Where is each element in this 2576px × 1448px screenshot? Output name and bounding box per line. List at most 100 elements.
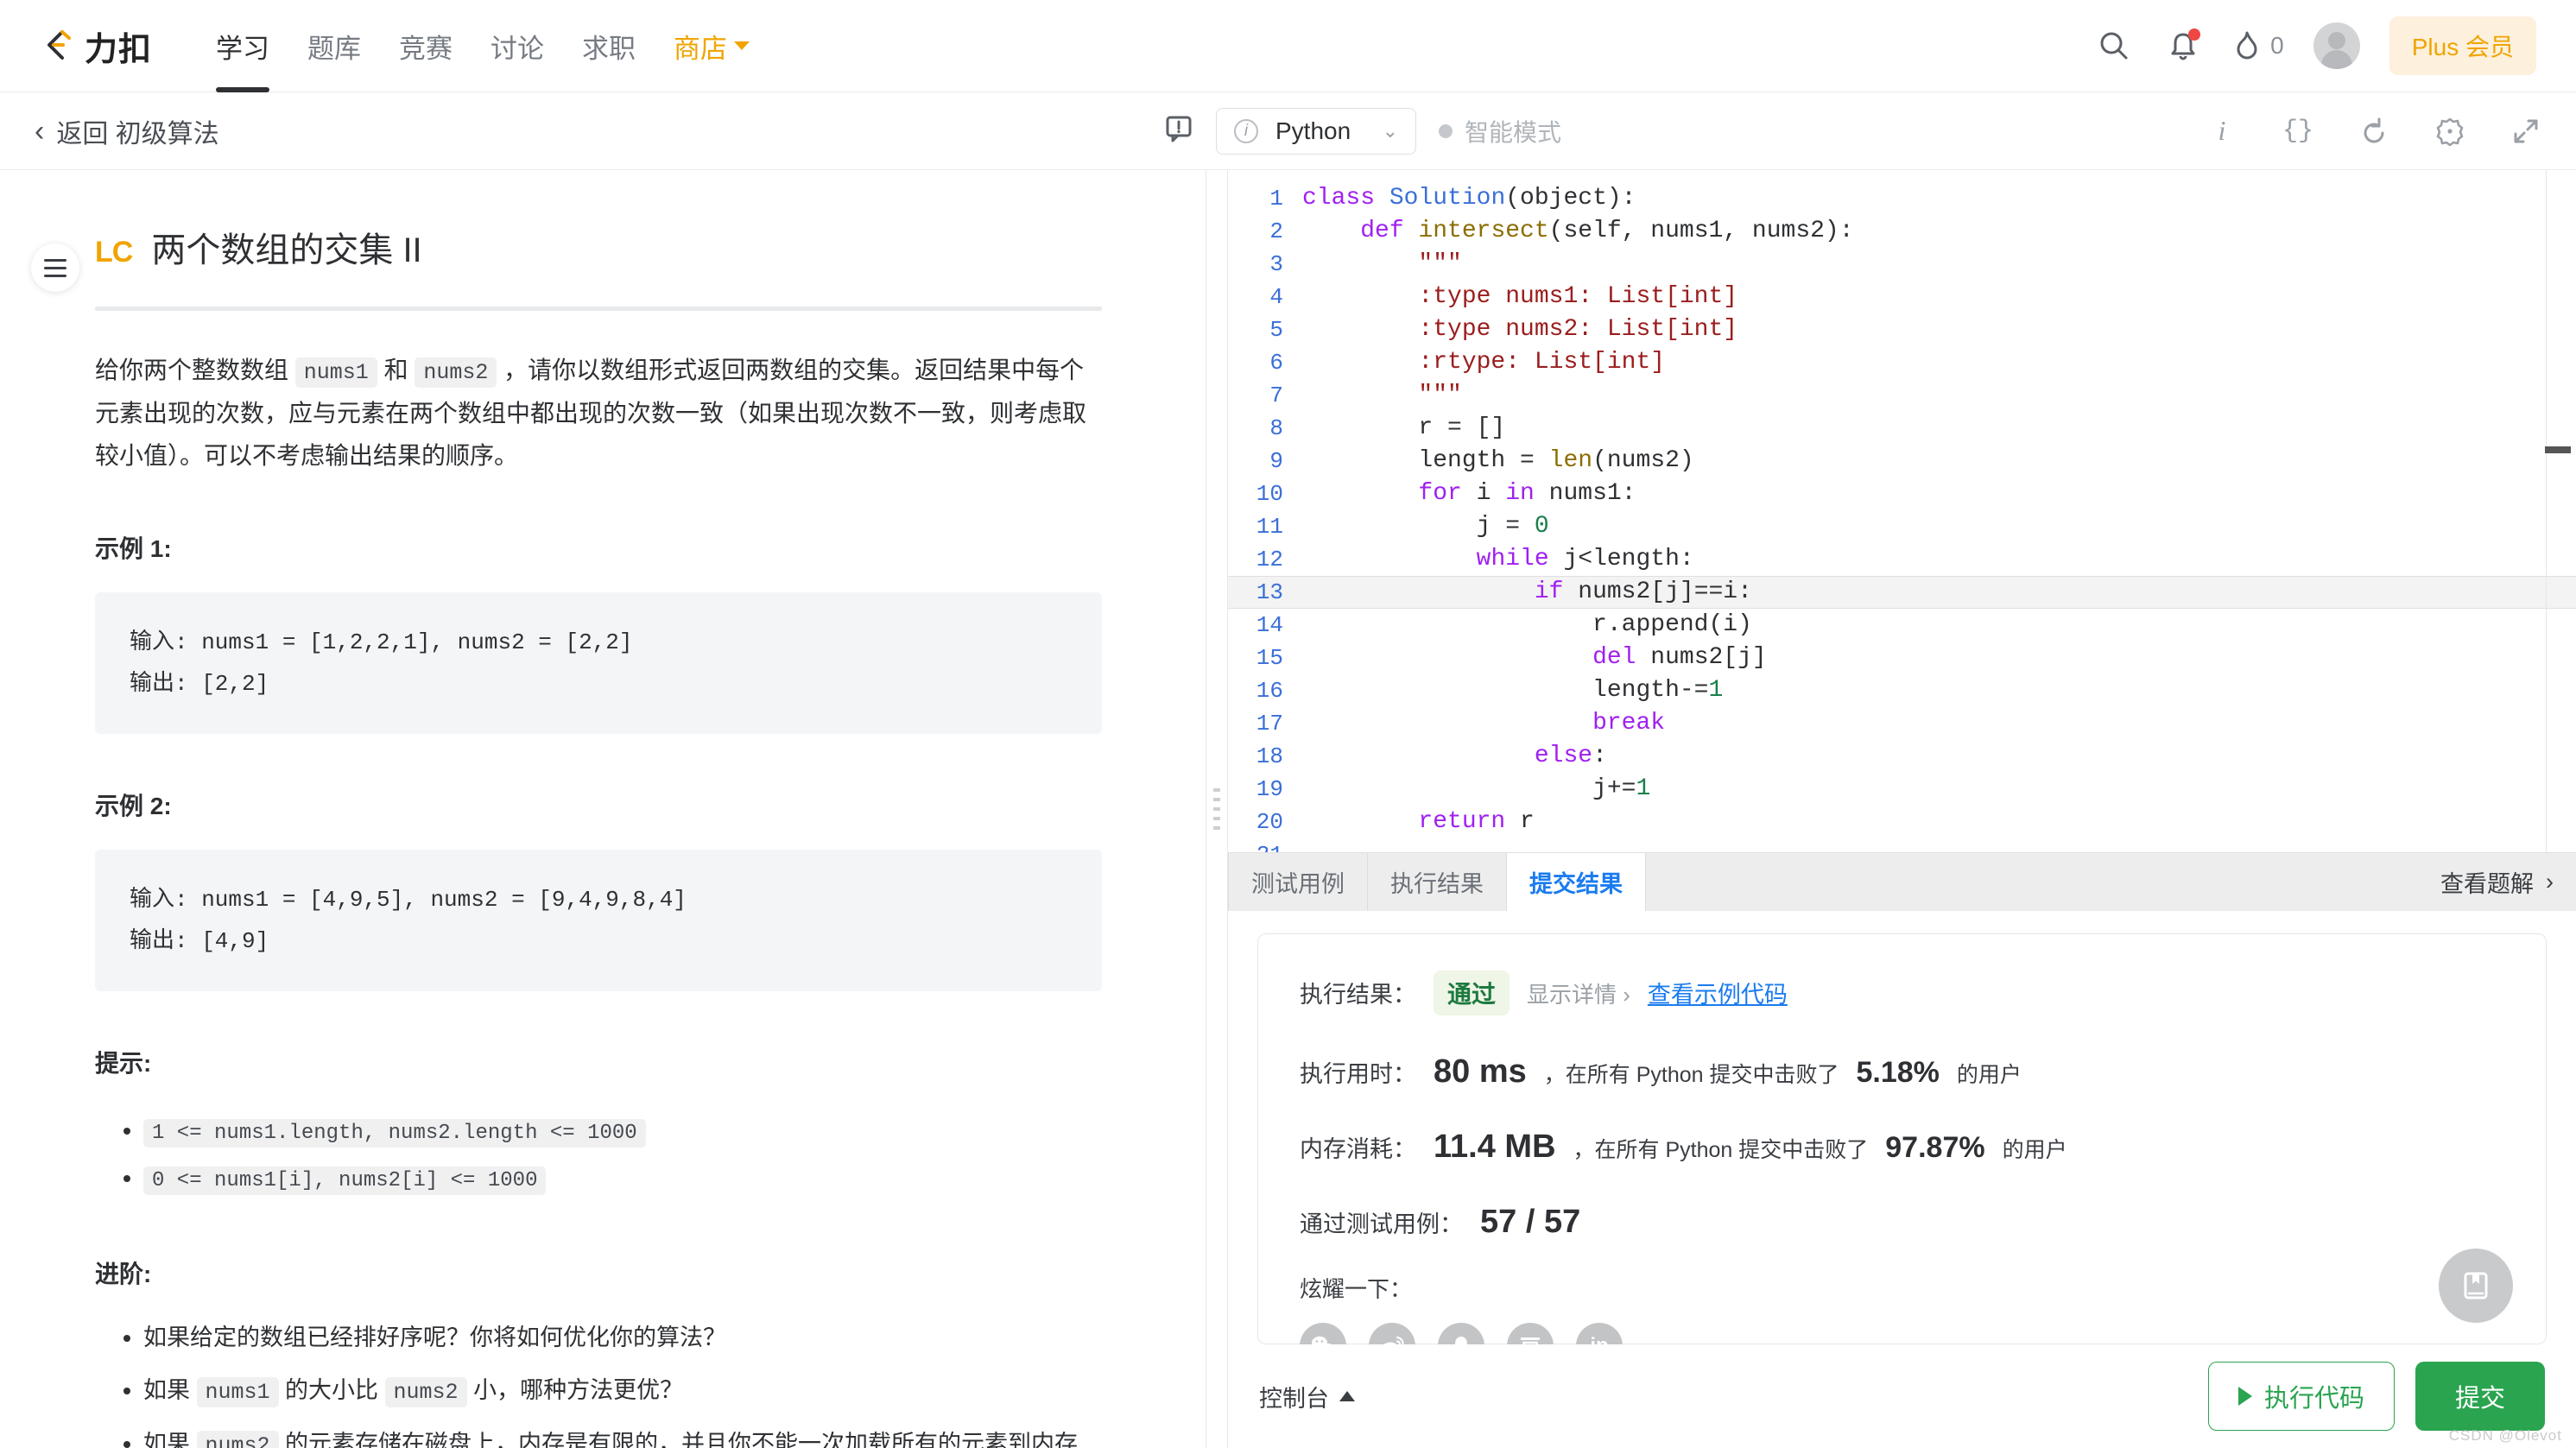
nav-item-study[interactable]: 学习 bbox=[197, 0, 288, 92]
back-label: 返回 初级算法 bbox=[56, 119, 219, 149]
code-token: r.append(i) bbox=[1302, 611, 1752, 638]
code-line[interactable]: 7 """ bbox=[1228, 379, 2576, 412]
code-line[interactable]: 10 for i in nums1: bbox=[1228, 477, 2576, 510]
plus-membership-button[interactable]: Plus 会员 bbox=[2389, 16, 2536, 75]
example-2-input: 输入: nums1 = [4,9,5], nums2 = [9,4,9,8,4] bbox=[130, 886, 687, 913]
inline-code: nums2 bbox=[415, 357, 497, 388]
main-nav: 学习 题库 竞赛 讨论 求职 商店 bbox=[197, 0, 769, 92]
nav-item-jobs[interactable]: 求职 bbox=[563, 0, 655, 92]
nav-item-contest[interactable]: 竞赛 bbox=[380, 0, 472, 92]
line-number: 4 bbox=[1269, 284, 1283, 310]
code-text: del nums2[j] bbox=[1302, 642, 2576, 674]
code-token: in bbox=[1505, 480, 1549, 507]
code-token: j+= bbox=[1302, 775, 1636, 802]
smart-mode-toggle[interactable]: 智能模式 bbox=[1439, 114, 1561, 149]
reset-code-icon[interactable] bbox=[2357, 114, 2391, 149]
share-label: 炫耀一下： bbox=[1300, 1276, 1413, 1302]
code-line[interactable]: 20 return r bbox=[1228, 806, 2576, 838]
run-code-button[interactable]: 执行代码 bbox=[2207, 1362, 2395, 1431]
code-line[interactable]: 17 break bbox=[1228, 707, 2576, 740]
text-run: 如果 bbox=[143, 1431, 197, 1448]
bell-icon[interactable] bbox=[2163, 26, 2203, 66]
language-select[interactable]: i Python ⌄ bbox=[1216, 107, 1416, 155]
console-toggle[interactable]: 控制台 bbox=[1259, 1380, 1355, 1413]
problem-list-toggle[interactable] bbox=[31, 243, 79, 292]
example-1-heading: 示例 1: bbox=[95, 534, 172, 562]
runtime-suffix: 的用户 bbox=[1956, 1063, 2022, 1087]
memory-label: 内存消耗： bbox=[1300, 1136, 1416, 1162]
avatar[interactable] bbox=[2313, 22, 2360, 69]
editor-scroll-indicator[interactable] bbox=[2545, 446, 2571, 453]
code-line[interactable]: 5 :type nums2: List[int] bbox=[1228, 313, 2576, 346]
code-editor[interactable]: 1 class Solution(object): 2 def intersect(… bbox=[1228, 170, 2576, 852]
example-1-output: 输出: [2,2] bbox=[130, 670, 269, 697]
code-token: 1 bbox=[1708, 677, 1724, 704]
code-line[interactable]: 4 :type nums1: List[int] bbox=[1228, 281, 2576, 313]
code-line[interactable]: 1 class Solution(object): bbox=[1228, 182, 2576, 215]
tab-run-result[interactable]: 执行结果 bbox=[1368, 853, 1507, 911]
code-token: (nums2) bbox=[1592, 447, 1694, 474]
streak-count: 0 bbox=[2270, 32, 2284, 59]
code-line[interactable]: 14 r.append(i) bbox=[1228, 609, 2576, 642]
code-text: length-=1 bbox=[1302, 674, 2576, 707]
code-line[interactable]: 12 while j<length: bbox=[1228, 543, 2576, 576]
info-icon[interactable]: i bbox=[2205, 114, 2239, 149]
hints-heading: 提示: bbox=[95, 1050, 152, 1078]
line-number: 15 bbox=[1256, 645, 1283, 671]
editor-toolbar-left: i Python ⌄ 智能模式 bbox=[1164, 92, 1561, 169]
nav-item-problems[interactable]: 题库 bbox=[288, 0, 380, 92]
code-line[interactable]: 3 """ bbox=[1228, 248, 2576, 281]
code-text: for i in nums1: bbox=[1302, 477, 2576, 510]
code-text: j+=1 bbox=[1302, 773, 2576, 806]
nav-item-discuss[interactable]: 讨论 bbox=[472, 0, 563, 92]
submit-button[interactable]: 提交 bbox=[2415, 1362, 2545, 1431]
code-line[interactable]: 6 :rtype: List[int] bbox=[1228, 346, 2576, 379]
example-1-input: 输入: nums1 = [1,2,2,1], nums2 = [2,2] bbox=[130, 629, 633, 655]
code-line[interactable]: 16 length-=1 bbox=[1228, 674, 2576, 707]
tab-submit-result[interactable]: 提交结果 bbox=[1507, 853, 1646, 911]
tab-testcase[interactable]: 测试用例 bbox=[1228, 853, 1368, 911]
nav-label: 题库 bbox=[307, 33, 362, 64]
view-solution-link[interactable]: 查看题解 › bbox=[2440, 853, 2576, 911]
sample-code-link[interactable]: 查看示例代码 bbox=[1648, 976, 1788, 1009]
code-text: class Solution(object): bbox=[1302, 182, 2576, 215]
code-line[interactable]: 18 else: bbox=[1228, 740, 2576, 773]
code-token: length-= bbox=[1302, 677, 1709, 704]
code-line[interactable]: 8 r = [] bbox=[1228, 412, 2576, 445]
code-line[interactable]: 13 if nums2[j]==i: bbox=[1228, 576, 2576, 609]
code-token: (object): bbox=[1505, 185, 1636, 212]
search-icon[interactable] bbox=[2094, 26, 2134, 66]
code-line[interactable]: 21 bbox=[1228, 838, 2576, 852]
code-line[interactable]: 19 j+=1 bbox=[1228, 773, 2576, 806]
code-line[interactable]: 11 j = 0 bbox=[1228, 510, 2576, 543]
show-detail-link[interactable]: 显示详情 › bbox=[1527, 977, 1630, 1009]
code-line[interactable]: 9 length = len(nums2) bbox=[1228, 445, 2576, 477]
code-panel: 1 class Solution(object): 2 def intersect(… bbox=[1228, 170, 2576, 1448]
back-button[interactable]: ‹ 返回 初级算法 bbox=[0, 112, 219, 150]
runtime-row: 执行用时： 80 ms ，在所有 Python 提交中击败了 5.18% 的用户 bbox=[1300, 1053, 2504, 1091]
site-logo[interactable]: 力扣 bbox=[40, 22, 152, 70]
top-navigation-bar: 力扣 学习 题库 竞赛 讨论 求职 商店 0 Plus 会员 bbox=[0, 0, 2576, 92]
lc-badge: LC bbox=[95, 236, 133, 269]
code-line[interactable]: 15 del nums2[j] bbox=[1228, 642, 2576, 674]
code-token: 1 bbox=[1636, 775, 1651, 802]
notebook-icon[interactable] bbox=[2439, 1249, 2513, 1323]
line-number: 13 bbox=[1256, 579, 1283, 605]
watermark: CSDN @Olevot bbox=[2448, 1427, 2562, 1444]
code-token: """ bbox=[1418, 250, 1462, 277]
text-run: 给你两个整数数组 bbox=[95, 357, 295, 383]
panel-splitter[interactable] bbox=[1206, 170, 1228, 1448]
code-token: r = [] bbox=[1302, 414, 1506, 441]
fullscreen-icon[interactable] bbox=[2509, 114, 2543, 149]
streak-counter[interactable]: 0 bbox=[2232, 29, 2284, 62]
code-line[interactable]: 2 def intersect(self, nums1, nums2): bbox=[1228, 215, 2576, 248]
nav-item-store[interactable]: 商店 bbox=[655, 0, 769, 92]
inline-code: nums2 bbox=[384, 1377, 467, 1408]
format-code-icon[interactable]: {} bbox=[2281, 114, 2315, 149]
settings-icon[interactable] bbox=[2433, 114, 2467, 149]
nav-right-actions: 0 Plus 会员 bbox=[2094, 16, 2536, 75]
comment-alert-icon[interactable] bbox=[1164, 114, 1193, 148]
